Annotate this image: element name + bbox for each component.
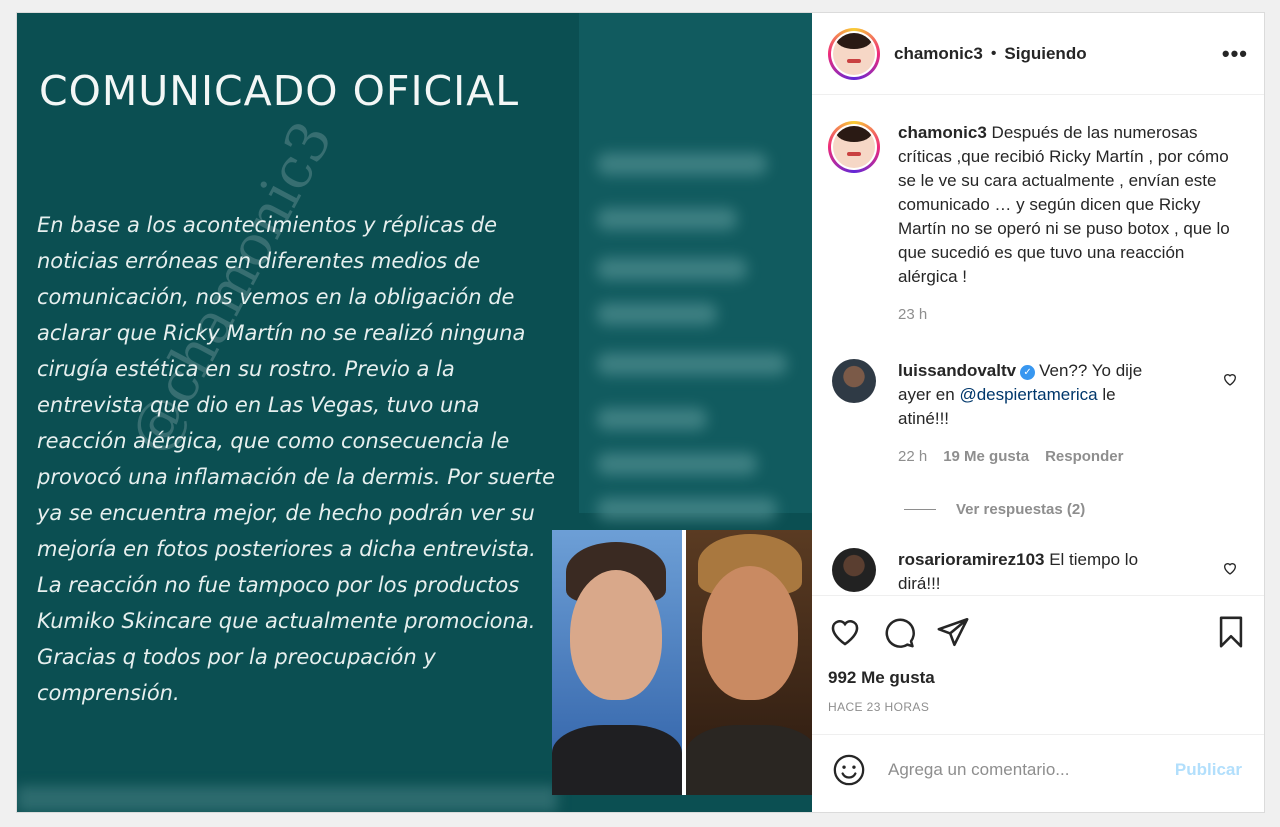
caption-time[interactable]: 23 h bbox=[898, 303, 1248, 327]
photo-before bbox=[552, 530, 682, 795]
caption-text: Después de las numerosas críticas ,que r… bbox=[898, 123, 1230, 286]
comment-username[interactable]: rosarioramirez103 bbox=[898, 550, 1044, 569]
publish-button[interactable]: Publicar bbox=[1175, 760, 1242, 780]
comment-bubble-icon[interactable] bbox=[882, 615, 916, 649]
separator-dot: • bbox=[990, 44, 997, 62]
emoji-smiley-icon[interactable] bbox=[832, 753, 866, 787]
caption-username[interactable]: chamonic3 bbox=[898, 123, 987, 142]
post-sidebar: chamonic3 • Siguiendo ••• chamonic3 Desp… bbox=[812, 13, 1264, 812]
like-count[interactable]: 992 Me gusta bbox=[828, 668, 1248, 688]
blurred-text-line bbox=[597, 353, 787, 375]
post-actions: 992 Me gusta HACE 23 HORAS bbox=[812, 595, 1264, 714]
comment-like-heart-icon[interactable] bbox=[1222, 371, 1238, 387]
caption-avatar[interactable] bbox=[828, 121, 880, 173]
comment-mention[interactable]: @despiertamerica bbox=[959, 385, 1097, 404]
blurred-text-line bbox=[597, 498, 777, 520]
comment-likes[interactable]: 19 Me gusta bbox=[943, 445, 1029, 469]
author-avatar[interactable] bbox=[828, 27, 880, 80]
comments-section[interactable]: chamonic3 Después de las numerosas críti… bbox=[812, 95, 1264, 595]
post-timestamp: HACE 23 HORAS bbox=[828, 700, 930, 714]
blurred-text-line bbox=[597, 408, 707, 430]
more-options-icon[interactable]: ••• bbox=[1222, 41, 1248, 67]
post-image[interactable]: COMUNICADO OFICIAL En base a los acontec… bbox=[17, 13, 812, 812]
post-caption: chamonic3 Después de las numerosas críti… bbox=[828, 121, 1248, 327]
comment-username[interactable]: luissandovaltv bbox=[898, 361, 1016, 380]
view-replies-label: Ver respuestas (2) bbox=[956, 501, 1086, 518]
commenter-avatar[interactable] bbox=[832, 359, 876, 403]
view-replies-button[interactable]: Ver respuestas (2) bbox=[904, 501, 1248, 518]
share-paper-plane-icon[interactable] bbox=[936, 615, 970, 649]
following-button[interactable]: Siguiendo bbox=[1004, 44, 1086, 64]
comment-item: rosarioramirez103 El tiempo lo dirá!!! bbox=[828, 548, 1248, 595]
bookmark-icon[interactable] bbox=[1214, 615, 1248, 649]
add-comment-bar: Publicar bbox=[812, 734, 1264, 804]
blurred-footer bbox=[17, 786, 557, 812]
comment-time[interactable]: 22 h bbox=[898, 445, 927, 469]
comment-like-heart-icon[interactable] bbox=[1222, 560, 1238, 576]
like-heart-icon[interactable] bbox=[828, 615, 862, 649]
blurred-text-line bbox=[597, 208, 737, 230]
comment-item: luissandovaltv ✓ Ven?? Yo dije ayer en @de… bbox=[828, 359, 1248, 469]
comparison-photos bbox=[552, 530, 812, 795]
photo-after bbox=[686, 530, 812, 795]
comment-input[interactable] bbox=[888, 759, 1175, 780]
commenter-avatar[interactable] bbox=[832, 548, 876, 592]
reply-button[interactable]: Responder bbox=[1045, 445, 1123, 469]
post-header: chamonic3 • Siguiendo ••• bbox=[812, 13, 1264, 95]
statement-text: En base a los acontecimientos y réplicas… bbox=[37, 213, 555, 705]
blurred-text-line bbox=[597, 453, 757, 475]
blurred-text-line bbox=[597, 258, 747, 280]
blurred-text-line bbox=[597, 153, 767, 175]
instagram-post: COMUNICADO OFICIAL En base a los acontec… bbox=[16, 12, 1265, 813]
blurred-text-line bbox=[597, 303, 717, 325]
author-username[interactable]: chamonic3 bbox=[894, 44, 983, 64]
statement-title: COMUNICADO OFICIAL bbox=[39, 67, 520, 115]
verified-badge-icon: ✓ bbox=[1020, 365, 1036, 380]
